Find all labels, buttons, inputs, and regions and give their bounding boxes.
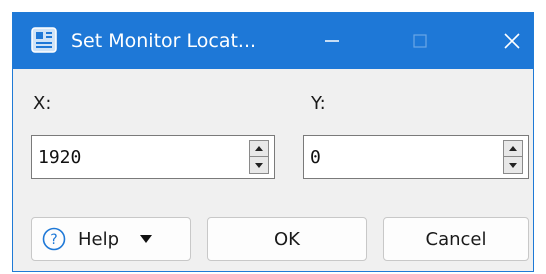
close-button[interactable] [483,13,541,69]
maximize-icon [413,34,427,48]
y-spin-buttons[interactable] [503,140,523,174]
up-arrow-icon [509,146,517,151]
app-icon [31,27,57,53]
x-decrement-button[interactable] [250,157,268,173]
up-arrow-icon [255,146,263,151]
title-bar[interactable]: Set Monitor Locat... [13,13,533,69]
question-circle-icon: ? [42,227,66,251]
cancel-button[interactable]: Cancel [383,217,529,261]
y-input[interactable] [304,136,500,178]
minimize-button[interactable] [303,13,361,69]
down-arrow-icon [255,162,263,168]
window-title: Set Monitor Locat... [71,30,257,52]
down-arrow-icon [509,162,517,168]
y-spinbox[interactable] [303,135,529,179]
set-monitor-location-dialog: Set Monitor Locat... X: Y: 1920 0 ? Help… [12,12,534,272]
x-spinbox[interactable] [31,135,275,179]
close-icon [504,33,520,49]
x-label: X: [33,93,52,114]
help-button[interactable]: ? Help [31,217,191,261]
y-decrement-button[interactable] [504,157,522,173]
x-increment-button[interactable] [250,141,268,157]
x-spin-buttons[interactable] [249,140,269,174]
svg-text:?: ? [50,232,57,248]
y-label: Y: [311,93,326,114]
x-input[interactable] [32,136,246,178]
y-increment-button[interactable] [504,141,522,157]
ok-button[interactable]: OK [207,217,367,261]
minimize-icon [325,40,339,42]
dropdown-arrow-icon [139,234,153,244]
help-label: Help [78,228,120,250]
maximize-button [391,13,449,69]
